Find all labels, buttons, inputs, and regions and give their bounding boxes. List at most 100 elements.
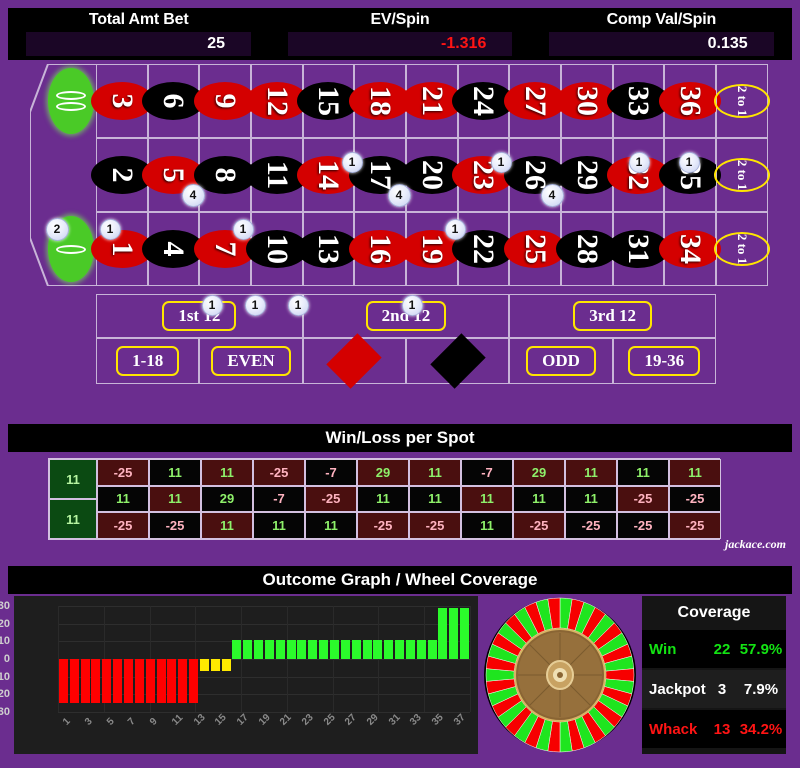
zero-cell-double-zero[interactable]: [48, 68, 94, 134]
dozen-bet-3[interactable]: 3rd 12: [509, 294, 716, 338]
chart-vgridline: [241, 606, 243, 712]
chart-bar: [275, 639, 285, 659]
number-cell-11[interactable]: 11: [245, 138, 308, 212]
number-cell-14[interactable]: 14: [297, 138, 360, 212]
chip-corner-17-20[interactable]: 4: [387, 183, 411, 207]
outside-bet-strip[interactable]: 1-18 EVEN ODD 19-36: [96, 333, 716, 389]
number-grid[interactable]: 3 6 9 12 15 18 21 24 27 30 33 36 2 5 8 11 14 17 20 23 26 29 32…: [90, 64, 722, 286]
dozen-bet-1[interactable]: 1st 12: [96, 294, 303, 338]
chip-straight-2[interactable]: 1: [99, 218, 121, 240]
number-cell-20[interactable]: 20: [400, 138, 463, 212]
coverage-label: Win: [642, 630, 708, 668]
number-cell-16[interactable]: 16: [349, 212, 412, 286]
chip-straight-10[interactable]: 1: [244, 294, 266, 316]
winloss-cell: -25: [617, 485, 669, 513]
number-cell-29[interactable]: 29: [555, 138, 618, 212]
coverage-count: 22: [708, 630, 736, 668]
chart-bar: [362, 639, 372, 659]
number-cell-21[interactable]: 21: [400, 64, 463, 138]
chart-y-tick-label: 0: [3, 653, 10, 665]
column-bet-strip[interactable]: 2 to 1 2 to 1 2 to 1: [714, 64, 770, 286]
number-cell-23[interactable]: 23: [452, 138, 515, 212]
number-cell-6[interactable]: 6: [142, 64, 205, 138]
chip-split-15-18[interactable]: 1: [341, 151, 363, 173]
column-bet-3[interactable]: 2 to 1: [714, 212, 770, 286]
stat-value-box: 25: [26, 32, 252, 56]
chart-bar: [254, 639, 264, 659]
number-cell-30[interactable]: 30: [555, 64, 618, 138]
chip-corner-5-8[interactable]: 4: [181, 183, 205, 207]
roulette-betting-layout[interactable]: 3 6 9 12 15 18 21 24 27 30 33 36 2 5 8 11 14 17 20 23 26 29 32…: [0, 62, 800, 402]
number-cell-18[interactable]: 18: [349, 64, 412, 138]
number-cell-3[interactable]: 3: [90, 64, 153, 138]
number-cell-32[interactable]: 32: [607, 138, 670, 212]
column-bet-2[interactable]: 2 to 1: [714, 138, 770, 212]
number-cell-28[interactable]: 28: [555, 212, 618, 286]
number-cell-12[interactable]: 12: [245, 64, 308, 138]
zero-area[interactable]: [30, 64, 96, 286]
chart-bar: [405, 639, 415, 659]
number-cell-9[interactable]: 9: [194, 64, 257, 138]
chart-y-tick-label: -20: [0, 688, 10, 701]
chart-x-tick-label: 1: [61, 716, 74, 728]
winloss-cell: -25: [253, 459, 305, 486]
coverage-percent: 34.2%: [736, 710, 786, 748]
number-cell-34[interactable]: 34: [659, 212, 722, 286]
chart-bar: [199, 659, 209, 672]
chart-bar: [351, 639, 361, 659]
number-cell-36[interactable]: 36: [659, 64, 722, 138]
chart-bar: [134, 659, 144, 704]
coverage-title: Coverage: [677, 604, 751, 621]
number-cell-25[interactable]: 25: [504, 212, 567, 286]
outcome-title: Outcome Graph / Wheel Coverage: [8, 566, 792, 594]
chart-bar: [113, 659, 123, 704]
winloss-cell: -25: [669, 485, 721, 513]
number-cell-2[interactable]: 2: [90, 138, 153, 212]
number-cell-24[interactable]: 24: [452, 64, 515, 138]
number-cell-33[interactable]: 33: [607, 64, 670, 138]
column-bet-1[interactable]: 2 to 1: [714, 64, 770, 138]
number-cell-22[interactable]: 22: [452, 212, 515, 286]
chip-straight-22[interactable]: 1: [401, 294, 423, 316]
chip-split-0-00[interactable]: 2: [45, 217, 69, 241]
number-cell-13[interactable]: 13: [297, 212, 360, 286]
number-cell-10[interactable]: 10: [245, 212, 308, 286]
chip-straight-23[interactable]: 1: [444, 218, 466, 240]
chart-x-tick-label: 21: [278, 712, 294, 728]
winloss-single-zero: 11: [49, 499, 97, 539]
outside-bet-1-18[interactable]: 1-18: [96, 338, 200, 384]
column-bet-label: 2 to 1: [714, 84, 770, 118]
outcome-bar-chart: 3020100-10-20-30 13579111315171921232527…: [0, 596, 478, 754]
chart-x-tick-label: 3: [83, 716, 95, 728]
number-cell-31[interactable]: 31: [607, 212, 670, 286]
outcome-body: 3020100-10-20-30 13579111315171921232527…: [0, 594, 792, 758]
chip-straight-7[interactable]: 1: [201, 294, 223, 316]
chart-x-tick-label: 29: [365, 712, 381, 728]
chart-bar: [438, 607, 448, 659]
chart-x-tick-label: 25: [321, 712, 338, 728]
roulette-wheel-icon: [484, 597, 636, 753]
number-cell-27[interactable]: 27: [504, 64, 567, 138]
number-cell-8[interactable]: 8: [194, 138, 257, 212]
chip-straight-33[interactable]: 1: [628, 151, 650, 173]
number-cell-15[interactable]: 15: [297, 64, 360, 138]
chart-x-tick-label: 37: [451, 712, 468, 728]
chip-split-8-11[interactable]: 1: [232, 218, 254, 240]
number-cell-35[interactable]: 35: [659, 138, 722, 212]
chip-straight-36[interactable]: 1: [678, 151, 700, 173]
outside-bet-odd[interactable]: ODD: [509, 338, 613, 384]
stat-ev-per-spin: EV/Spin -1.316: [269, 8, 530, 60]
chip-split-24-27[interactable]: 1: [490, 151, 512, 173]
outside-bet-red[interactable]: [302, 333, 406, 389]
chip-corner-26-29[interactable]: 4: [540, 183, 564, 207]
outside-bet-black[interactable]: [406, 333, 510, 389]
chart-bar: [427, 639, 437, 659]
outside-bet-19-36[interactable]: 19-36: [612, 338, 716, 384]
outside-bet-even[interactable]: EVEN: [199, 338, 303, 384]
winloss-cell: 11: [461, 485, 513, 513]
chart-bar: [210, 659, 220, 672]
chip-straight-13[interactable]: 1: [287, 294, 309, 316]
winloss-grid: 11 11 -25 11 11 -25 -7 29 11 -7 29 11 11 11 11 11 29 -7 -2…: [48, 458, 721, 540]
chart-bar: [91, 659, 101, 704]
number-cell-4[interactable]: 4: [142, 212, 205, 286]
